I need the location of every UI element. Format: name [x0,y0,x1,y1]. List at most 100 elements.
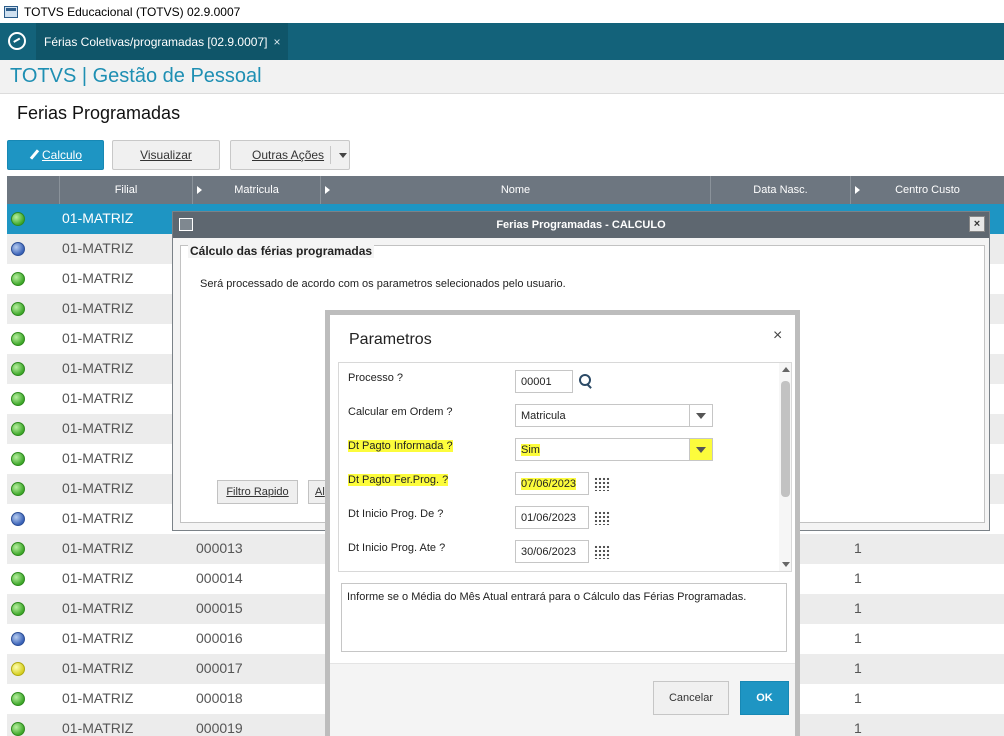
sort-arrow-icon [325,186,330,194]
status-green-icon [11,362,25,376]
cell-filial: 01-MATRIZ [62,600,134,616]
tab-close-icon[interactable]: × [273,35,280,49]
cell-filial: 01-MATRIZ [62,330,134,346]
cell-filial: 01-MATRIZ [62,390,134,406]
column-header-nome[interactable]: Nome [320,176,710,204]
cell-cc: 1 [854,660,862,676]
tab-label: Férias Coletivas/programadas [02.9.0007] [44,34,268,49]
home-icon[interactable] [8,32,26,50]
window-icon [179,218,193,231]
cancel-button[interactable]: Cancelar [653,681,729,715]
dt-pagto-fer-prog-input[interactable]: 07/06/2023 [515,472,589,495]
calculo-dialog-title: Ferias Programadas - CALCULO [496,219,666,231]
chevron-down-icon [339,153,347,158]
dialog-footer: Cancelar OK [330,663,795,736]
status-green-icon [11,482,25,496]
search-icon[interactable] [579,374,593,388]
status-green-icon [11,692,25,706]
status-green-icon [11,602,25,616]
cell-filial: 01-MATRIZ [62,660,134,676]
chevron-down-icon[interactable] [689,439,712,460]
cell-filial: 01-MATRIZ [62,210,134,226]
parameters-scrollbar[interactable] [779,363,791,571]
visualizar-button[interactable]: Visualizar [112,140,220,170]
calculo-label: Calculo [41,148,83,162]
status-green-icon [11,332,25,346]
cell-cc: 1 [854,600,862,616]
cell-filial: 01-MATRIZ [62,450,134,466]
parametros-dialog-frame: Parametros × Processo ? 00001 Calcular e… [325,310,800,736]
outras-acoes-button[interactable]: Outras Ações [230,140,350,170]
filtro-rapido-button[interactable]: Filtro Rapido [217,480,298,504]
column-header-filial[interactable]: Filial [59,176,192,204]
module-header: TOTVS | Gestão de Pessoal [0,60,1004,94]
close-icon[interactable]: × [773,327,782,345]
status-green-icon [11,302,25,316]
cell-filial: 01-MATRIZ [62,360,134,376]
cell-filial: 01-MATRIZ [62,690,134,706]
cell-filial: 01-MATRIZ [62,570,134,586]
window-titlebar: TOTVS Educacional (TOTVS) 02.9.0007 [0,0,1004,23]
cell-filial: 01-MATRIZ [62,240,134,256]
close-icon[interactable]: × [969,216,985,232]
cell-filial: 01-MATRIZ [62,540,134,556]
cell-filial: 01-MATRIZ [62,480,134,496]
cell-cc: 1 [854,630,862,646]
cell-matricula: 000014 [196,570,243,586]
calculo-group-title: Cálculo das férias programadas [188,244,375,258]
status-green-icon [11,272,25,286]
status-green-icon [11,722,25,736]
calendar-icon[interactable] [594,477,610,491]
scroll-down-icon[interactable] [782,562,790,567]
column-header-matricula[interactable]: Matricula [192,176,320,204]
processo-input[interactable]: 00001 [515,370,573,393]
dt-pagto-informada-select[interactable]: Sim [515,438,713,461]
cell-matricula: 000019 [196,720,243,736]
calcular-em-ordem-select[interactable]: Matricula [515,404,713,427]
parameters-list: Processo ? 00001 Calcular em Ordem ? Mat… [338,362,792,572]
cell-cc: 1 [854,690,862,706]
calendar-icon[interactable] [594,511,610,525]
tab-bar: Férias Coletivas/programadas [02.9.0007]… [0,23,1004,60]
column-header-data-nasc[interactable]: Data Nasc. [710,176,850,204]
chevron-down-icon[interactable] [689,405,712,426]
ok-button[interactable]: OK [740,681,789,715]
calendar-icon[interactable] [594,545,610,559]
sort-arrow-icon [197,186,202,194]
help-text-box: Informe se o Média do Mês Atual entrará … [341,583,787,652]
cell-filial: 01-MATRIZ [62,630,134,646]
column-header-centro-custo[interactable]: Centro Custo [850,176,1004,204]
parametros-title: Parametros [349,331,432,348]
dt-pagto-fer-prog-label: Dt Pagto Fer.Prog. ? [348,474,449,486]
cell-filial: 01-MATRIZ [62,420,134,436]
dt-pagto-informada-label: Dt Pagto Informada ? [348,440,453,452]
cell-filial: 01-MATRIZ [62,720,134,736]
outras-acoes-label: Outras Ações [252,148,325,162]
status-green-icon [11,422,25,436]
status-green-icon [11,542,25,556]
cell-cc: 1 [854,570,862,586]
status-green-icon [11,212,25,226]
status-blue-icon [11,632,25,646]
calculo-button[interactable]: Calculo [7,140,104,170]
page-title: Ferias Programadas [17,103,181,123]
cell-matricula: 000018 [196,690,243,706]
cell-matricula: 000013 [196,540,243,556]
dt-inicio-prog-ate-input[interactable]: 30/06/2023 [515,540,589,563]
status-blue-icon [11,242,25,256]
processo-label: Processo ? [348,372,404,384]
app-window-icon [4,5,18,18]
grid-header: Filial Matricula Nome Data Nasc. Centro … [7,176,1004,204]
tab-ferias-coletivas[interactable]: Férias Coletivas/programadas [02.9.0007]… [36,23,289,60]
visualizar-label: Visualizar [140,148,192,162]
calculo-description: Será processado de acordo com os paramet… [200,278,566,290]
window-title: TOTVS Educacional (TOTVS) 02.9.0007 [24,4,241,19]
cell-filial: 01-MATRIZ [62,510,134,526]
pencil-icon [29,150,39,160]
dt-inicio-prog-ate-label: Dt Inicio Prog. Ate ? [348,542,446,554]
scroll-up-icon[interactable] [782,367,790,372]
dt-inicio-prog-de-input[interactable]: 01/06/2023 [515,506,589,529]
cell-matricula: 000015 [196,600,243,616]
scroll-thumb[interactable] [781,381,790,497]
status-green-icon [11,572,25,586]
